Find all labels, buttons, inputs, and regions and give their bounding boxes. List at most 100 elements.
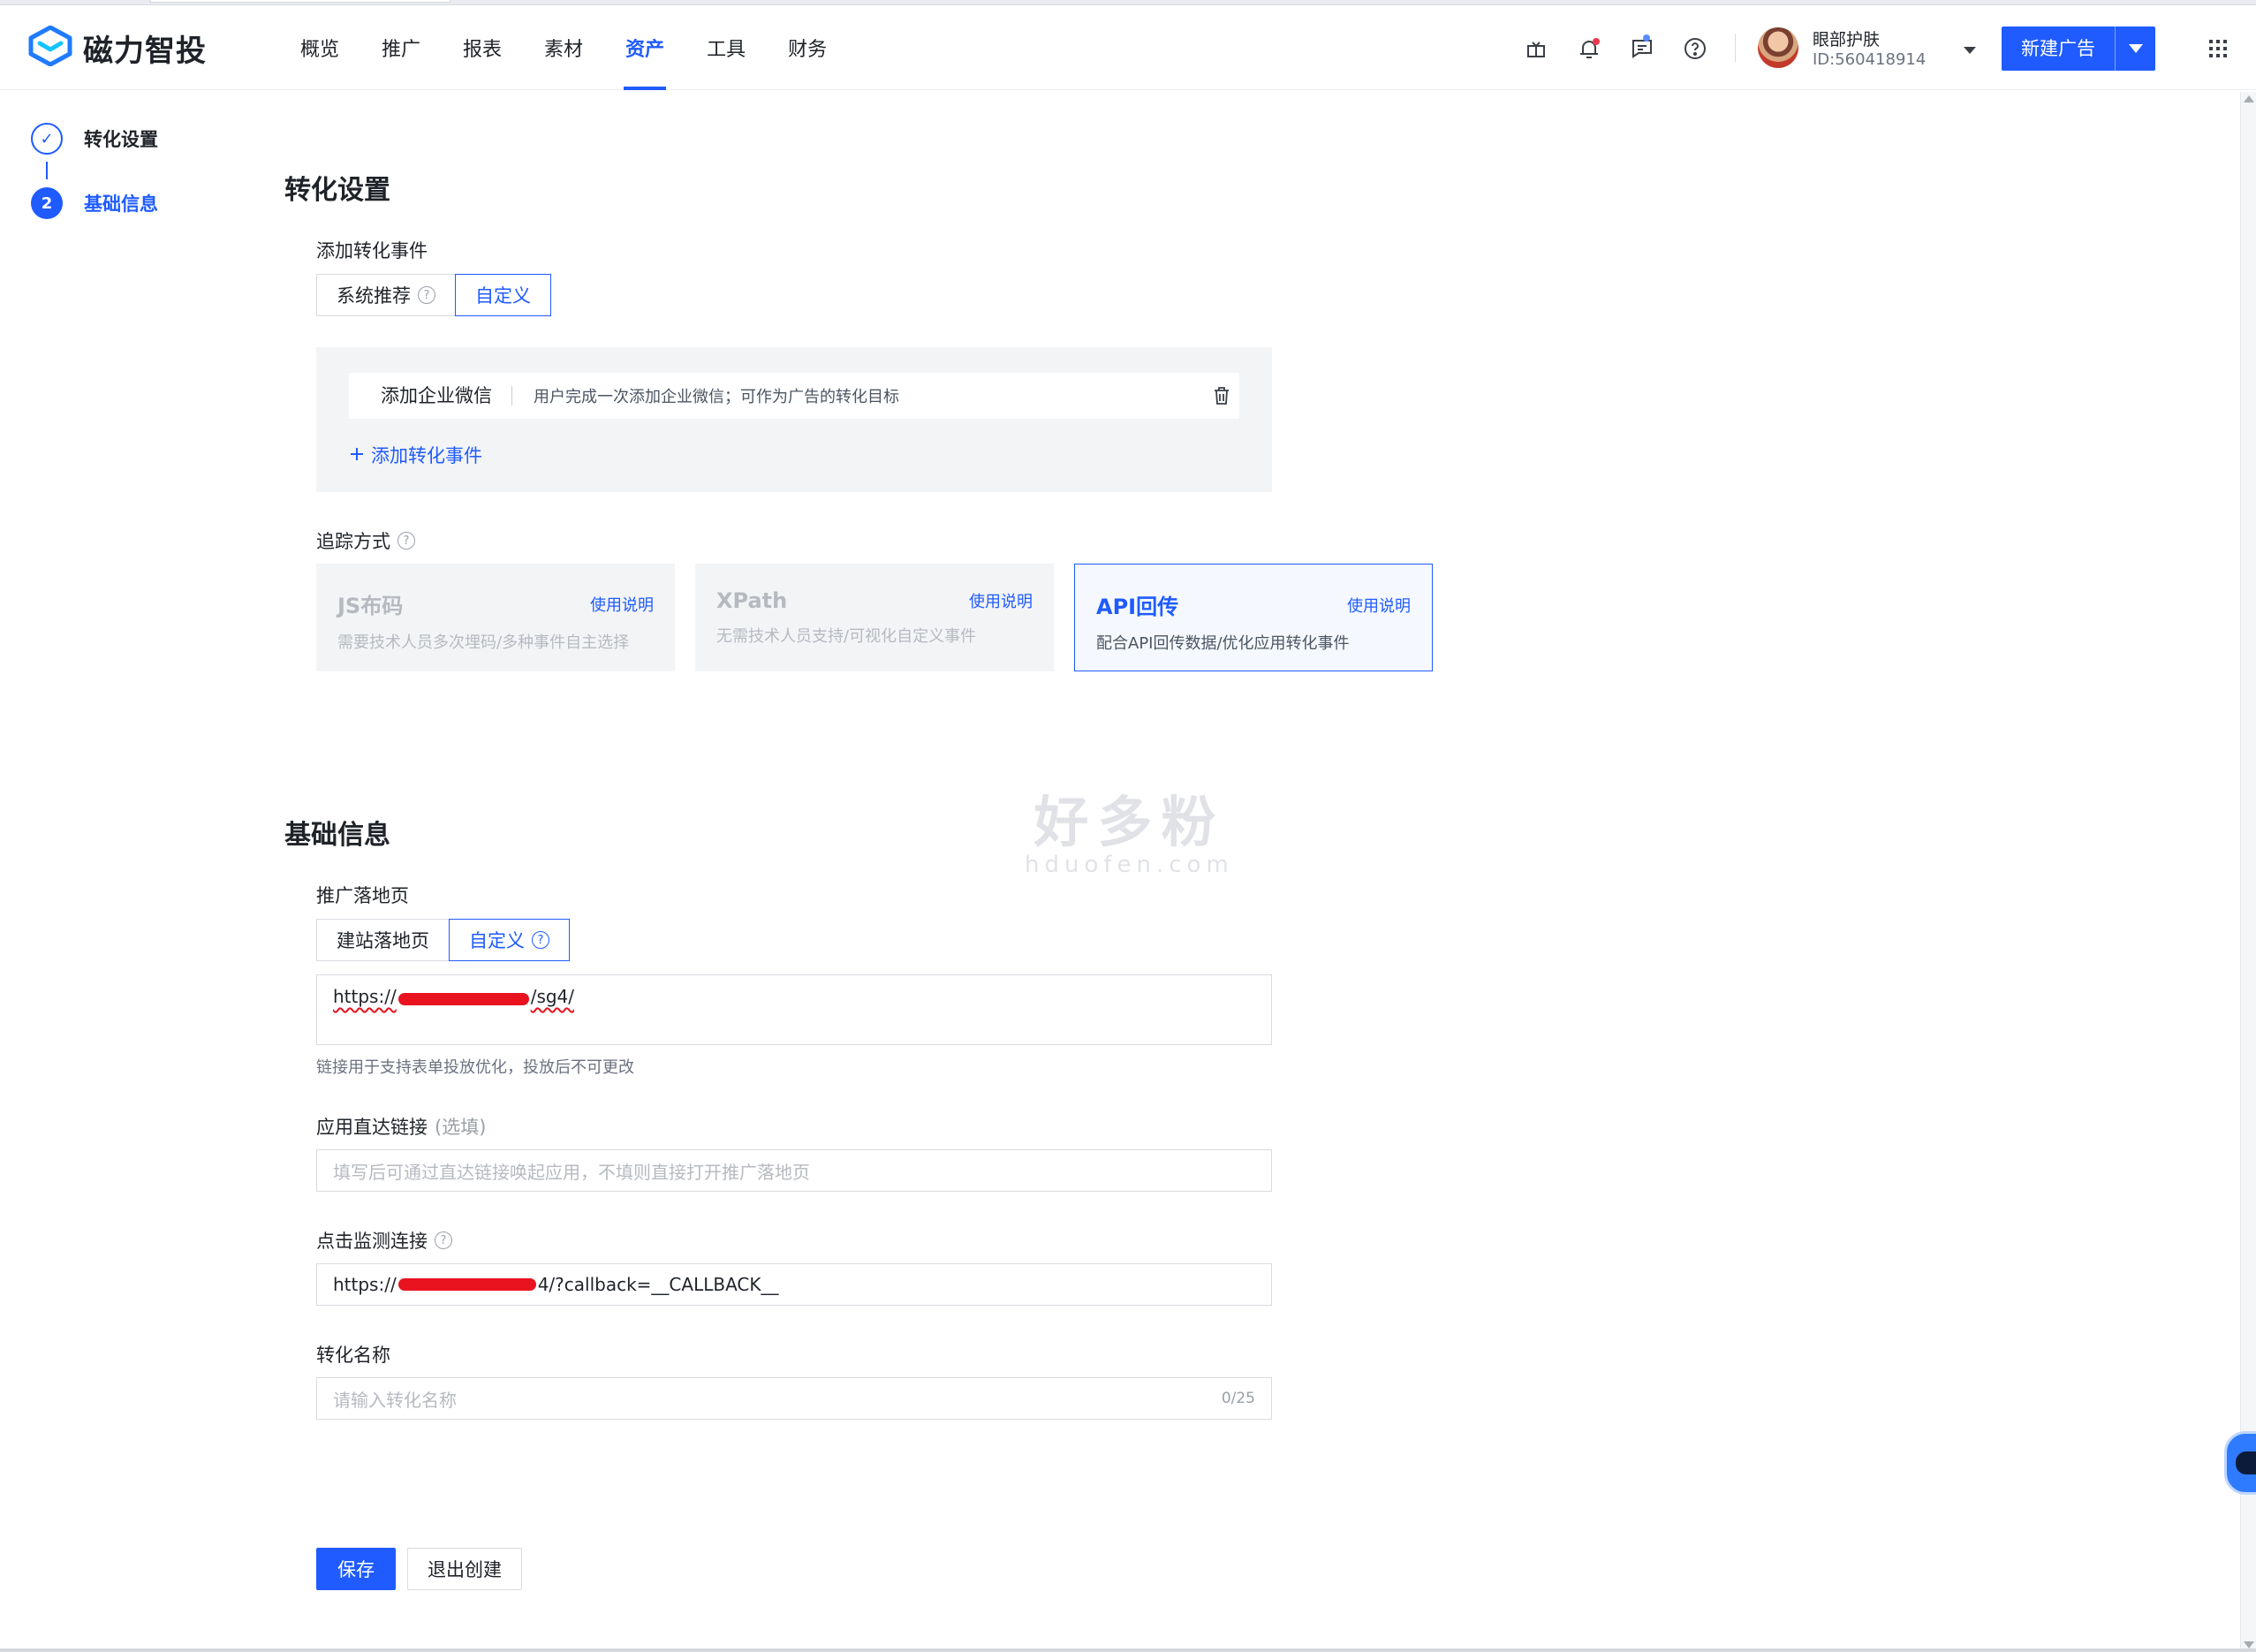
- new-ad-label: 新建广告: [2021, 38, 2095, 59]
- plus-icon: [350, 444, 364, 466]
- apps-grid-icon[interactable]: [2208, 39, 2228, 62]
- seg-label: 系统推荐: [337, 285, 411, 307]
- monitor-label-text: 点击监测连接: [316, 1231, 428, 1252]
- top-header: 磁力智投 概览 推广 报表 素材 资产 工具 财务 眼部护肤 ID:560418…: [0, 5, 2256, 90]
- question-icon[interactable]: ?: [435, 1231, 452, 1249]
- avatar: [1758, 27, 1798, 68]
- tracking-desc: 需要技术人员多次埋码/多种事件自主选择: [337, 633, 630, 652]
- exit-create-button[interactable]: 退出创建: [407, 1548, 522, 1590]
- conv-name-placeholder: 请输入转化名称: [333, 1389, 457, 1411]
- logo-icon: [28, 25, 72, 70]
- add-event-label: 添加转化事件: [316, 240, 428, 261]
- nav-finance[interactable]: 财务: [786, 11, 829, 90]
- deeplink-input[interactable]: 填写后可通过直达链接唤起应用，不填则直接打开推广落地页: [316, 1149, 1272, 1192]
- tracking-card-js[interactable]: JS布码 使用说明 需要技术人员多次埋码/多种事件自主选择: [316, 564, 675, 671]
- caret-down-icon[interactable]: [1963, 42, 1977, 58]
- seg-custom-landing[interactable]: 自定义 ?: [449, 919, 570, 961]
- seg-system-recommend[interactable]: 系统推荐 ?: [316, 274, 455, 316]
- tracking-card-xpath[interactable]: XPath 使用说明 无需技术人员支持/可视化自定义事件: [695, 564, 1054, 671]
- event-name: 添加企业微信: [349, 386, 512, 405]
- section-title-conversion: 转化设置: [284, 175, 390, 206]
- step-connector: [46, 162, 48, 179]
- assistant-robot-icon[interactable]: [2224, 1431, 2256, 1495]
- brand-name: 磁力智投: [83, 33, 207, 69]
- new-ad-button[interactable]: 新建广告: [2002, 27, 2155, 71]
- landing-type-toggle: 建站落地页 自定义 ?: [316, 919, 570, 961]
- landing-hint: 链接用于支持表单投放优化，投放后不可更改: [316, 1058, 634, 1077]
- seg-site-landing[interactable]: 建站落地页: [316, 919, 449, 961]
- question-icon[interactable]: ?: [418, 286, 435, 304]
- nav-promotion[interactable]: 推广: [380, 11, 422, 90]
- question-icon[interactable]: ?: [532, 931, 549, 949]
- event-desc: 用户完成一次添加企业微信；可作为广告的转化目标: [534, 388, 899, 406]
- scroll-up-arrow[interactable]: [2244, 95, 2254, 102]
- landing-url-suffix: /sg4/: [530, 986, 575, 1007]
- seg-custom[interactable]: 自定义: [455, 274, 551, 316]
- save-button[interactable]: 保存: [316, 1548, 396, 1590]
- new-ad-dropdown[interactable]: [2115, 27, 2155, 71]
- nav-materials[interactable]: 素材: [542, 11, 585, 90]
- page-scrollbar[interactable]: [2240, 92, 2256, 1652]
- redaction-mark: [397, 993, 529, 1005]
- seg-label: 自定义: [469, 930, 525, 951]
- tracking-title: API回传: [1096, 595, 1179, 619]
- seg-label: 建站落地页: [337, 930, 429, 951]
- conv-name-input[interactable]: 请输入转化名称 0/25: [316, 1377, 1272, 1420]
- user-id: ID:560418914: [1813, 50, 1927, 69]
- scroll-down-arrow[interactable]: [2244, 1641, 2254, 1648]
- conv-name-label: 转化名称: [316, 1345, 390, 1366]
- tracking-help-link[interactable]: 使用说明: [1347, 594, 1411, 617]
- nav-tools[interactable]: 工具: [705, 11, 747, 90]
- watermark: 好多粉 hduofen.com: [1025, 777, 1234, 878]
- monitor-label: 点击监测连接 ?: [316, 1227, 452, 1254]
- char-counter: 0/25: [1221, 1390, 1255, 1407]
- deeplink-label-text: 应用直达链接: [316, 1117, 428, 1138]
- trash-icon[interactable]: [1204, 387, 1239, 405]
- nav-reports[interactable]: 报表: [461, 11, 503, 90]
- event-source-toggle: 系统推荐 ? 自定义: [316, 274, 551, 316]
- tracking-card-api[interactable]: API回传 使用说明 配合API回传数据/优化应用转化事件: [1074, 564, 1433, 671]
- bottom-edge: [0, 1648, 2256, 1652]
- step-basic-info[interactable]: 2 基础信息: [31, 187, 158, 219]
- deeplink-optional: (选填): [435, 1117, 487, 1138]
- landing-url-input[interactable]: https:// /sg4/: [316, 974, 1272, 1045]
- check-icon: ✓: [31, 123, 63, 155]
- step-number: 2: [31, 187, 63, 219]
- gift-icon[interactable]: [1523, 35, 1549, 62]
- add-event-link[interactable]: 添加转化事件: [350, 442, 482, 468]
- tracking-desc: 配合API回传数据/优化应用转化事件: [1096, 634, 1350, 653]
- user-name: 眼部护肤: [1813, 30, 1881, 49]
- deeplink-placeholder: 填写后可通过直达链接唤起应用，不填则直接打开推广落地页: [333, 1161, 810, 1183]
- deeplink-label: 应用直达链接 (选填): [316, 1113, 486, 1140]
- monitor-url-input[interactable]: https:// 4/?callback=__CALLBACK__: [316, 1263, 1272, 1306]
- watermark-sub: hduofen.com: [1025, 852, 1234, 878]
- header-divider: [1735, 34, 1736, 62]
- tracking-label: 追踪方式 ?: [316, 527, 415, 554]
- landing-label: 推广落地页: [316, 885, 409, 906]
- tracking-title: JS布码: [337, 594, 404, 618]
- nav-overview[interactable]: 概览: [299, 11, 341, 90]
- message-icon[interactable]: [1629, 34, 1655, 60]
- seg-label: 自定义: [475, 285, 531, 307]
- step-label: 转化设置: [84, 129, 158, 150]
- tracking-help-link[interactable]: 使用说明: [969, 589, 1033, 612]
- add-event-link-label: 添加转化事件: [371, 445, 482, 466]
- main-nav: 概览 推广 报表 素材 资产 工具 财务: [299, 11, 829, 90]
- nav-assets[interactable]: 资产: [624, 11, 667, 90]
- tracking-desc: 无需技术人员支持/可视化自定义事件: [716, 627, 977, 646]
- section-title-basic: 基础信息: [284, 820, 390, 851]
- question-icon[interactable]: ?: [397, 532, 415, 549]
- brand-logo[interactable]: 磁力智投: [28, 25, 207, 71]
- event-row: 添加企业微信 用户完成一次添加企业微信；可作为广告的转化目标: [349, 373, 1239, 419]
- bell-icon[interactable]: [1576, 35, 1602, 62]
- tracking-label-text: 追踪方式: [316, 531, 390, 552]
- user-menu[interactable]: 眼部护肤 ID:560418914: [1758, 27, 1926, 69]
- redaction-mark: [397, 1278, 536, 1291]
- event-panel: [316, 347, 1272, 492]
- tracking-help-link[interactable]: 使用说明: [590, 593, 654, 616]
- step-label: 基础信息: [84, 193, 158, 215]
- tracking-title: XPath: [716, 588, 788, 613]
- help-icon[interactable]: [1682, 35, 1708, 62]
- landing-url-prefix: https://: [333, 986, 397, 1007]
- step-conversion-settings[interactable]: ✓ 转化设置: [31, 123, 158, 155]
